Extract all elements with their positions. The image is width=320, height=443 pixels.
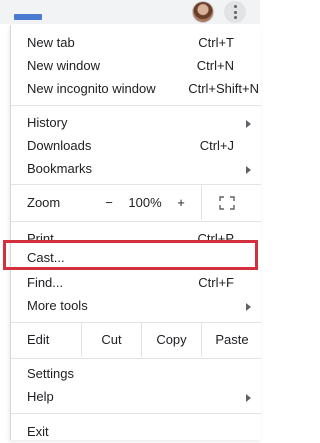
profile-avatar-icon[interactable] [193, 2, 213, 22]
menu-item-label: More tools [27, 298, 88, 313]
menu-separator [11, 358, 261, 359]
submenu-arrow-icon [246, 120, 251, 128]
dot-icon [233, 16, 237, 19]
menu-item-shortcut: Ctrl+F [198, 275, 234, 290]
extension-badge-icon[interactable] [14, 14, 42, 20]
menu-item-shortcut: Ctrl+N [196, 58, 234, 73]
browser-toolbar [0, 0, 260, 24]
menu-item-more-tools[interactable]: More tools [11, 295, 261, 317]
menu-item-label: Settings [27, 366, 74, 381]
submenu-arrow-icon [246, 166, 251, 174]
menu-item-label: Print... [27, 231, 65, 246]
copy-button[interactable]: Copy [141, 323, 201, 357]
zoom-out-button[interactable]: − [103, 196, 115, 210]
menu-item-bookmarks[interactable]: Bookmarks [11, 158, 261, 180]
menu-item-help[interactable]: Help [11, 386, 261, 408]
menu-item-label: New incognito window [27, 81, 156, 96]
menu-item-label: Cast... [27, 250, 65, 265]
menu-item-new-tab[interactable]: New tab Ctrl+T [11, 32, 261, 54]
menu-separator [11, 221, 261, 222]
menu-item-label: Find... [27, 275, 64, 290]
zoom-label: Zoom [27, 195, 61, 210]
dot-icon [233, 10, 237, 14]
menu-item-label: New window [27, 58, 100, 73]
cut-label: Cut [101, 332, 122, 347]
submenu-arrow-icon [246, 394, 251, 402]
menu-item-label: Downloads [27, 138, 92, 153]
menu-item-label: History [27, 115, 68, 130]
zoom-level: 100% [128, 195, 162, 210]
fullscreen-button[interactable] [201, 186, 262, 220]
menu-item-downloads[interactable]: Downloads Ctrl+J [11, 135, 261, 157]
three-dots-menu-button[interactable] [224, 1, 246, 23]
menu-item-label: Help [27, 389, 54, 404]
edit-label: Edit [27, 332, 50, 347]
fullscreen-icon [219, 196, 235, 210]
menu-separator [11, 413, 261, 414]
menu-item-cast[interactable]: Cast... [11, 247, 261, 269]
menu-item-shortcut: Ctrl+T [198, 35, 234, 50]
menu-item-new-incognito-window[interactable]: New incognito window Ctrl+Shift+N [11, 78, 261, 100]
menu-item-shortcut: Ctrl+J [199, 138, 234, 153]
menu-separator [11, 105, 261, 106]
menu-item-shortcut: Ctrl+P [197, 231, 234, 246]
copy-label: Copy [156, 332, 187, 347]
cut-button[interactable]: Cut [81, 323, 141, 357]
chrome-main-menu: New tab Ctrl+T New window Ctrl+N New inc… [10, 25, 261, 440]
menu-item-label: New tab [27, 35, 75, 50]
menu-item-find[interactable]: Find... Ctrl+F [11, 272, 261, 294]
menu-separator [11, 184, 261, 185]
paste-label: Paste [215, 332, 249, 347]
edit-row: Edit Cut Copy Paste [11, 323, 261, 357]
menu-item-history[interactable]: History [11, 112, 261, 134]
menu-item-label: Bookmarks [27, 161, 93, 176]
submenu-arrow-icon [246, 303, 251, 311]
menu-item-settings[interactable]: Settings [11, 363, 261, 385]
dot-icon [233, 5, 237, 8]
zoom-in-button[interactable]: + [175, 196, 187, 210]
menu-item-new-window[interactable]: New window Ctrl+N [11, 55, 261, 77]
paste-button[interactable]: Paste [201, 323, 262, 357]
menu-item-shortcut: Ctrl+Shift+N [188, 81, 259, 96]
menu-item-label: Exit [27, 424, 49, 439]
zoom-row: Zoom − 100% + [11, 186, 261, 220]
